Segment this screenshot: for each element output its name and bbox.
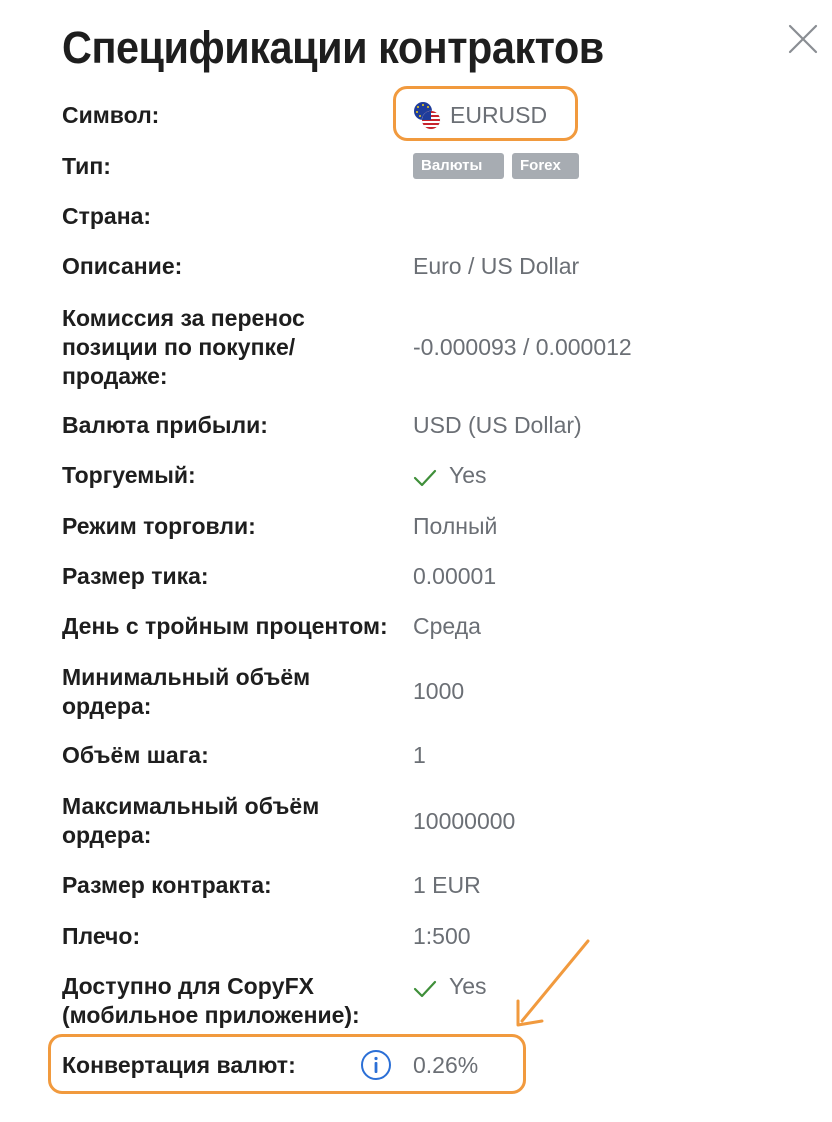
dialog-title: Спецификации контрактов	[62, 22, 604, 73]
contract-size-label: Размер контракта:	[62, 872, 272, 898]
swap-label-line-2: позиции по покупке/	[62, 334, 296, 360]
currency-conversion-label: Конвертация валют:	[62, 1052, 296, 1078]
swap-value: -0.000093 / 0.000012	[413, 334, 632, 360]
swap-label-line-1: Комиссия за перенос	[62, 305, 305, 331]
profit-currency-label: Валюта прибыли:	[62, 412, 268, 438]
leverage-value: 1:500	[413, 923, 471, 949]
check-icon	[413, 462, 441, 491]
tradable-value-wrap: Yes	[413, 461, 487, 491]
max-volume-value: 10000000	[413, 808, 516, 834]
info-icon[interactable]	[360, 1049, 392, 1081]
leverage-label: Плечо:	[62, 923, 141, 949]
min-volume-label-line-1: Минимальный объём	[62, 664, 311, 690]
triple-swap-day-value: Среда	[413, 613, 481, 639]
profit-currency-value: USD (US Dollar)	[413, 412, 582, 438]
country-label: Страна:	[62, 203, 152, 229]
close-icon[interactable]	[786, 22, 820, 56]
description-label: Описание:	[62, 253, 183, 279]
max-volume-label-line-1: Максимальный объём	[62, 793, 320, 819]
annotation-arrow-icon	[516, 939, 590, 1027]
contract-size-value: 1 EUR	[413, 872, 481, 898]
volume-step-label: Объём шага:	[62, 742, 209, 768]
tradable-label: Торгуемый:	[62, 462, 196, 488]
trade-mode-label: Режим торговли:	[62, 513, 256, 539]
symbol-label: Символ:	[62, 102, 160, 128]
symbol-value[interactable]: EURUSD	[450, 101, 547, 130]
tick-size-value: 0.00001	[413, 563, 497, 589]
copyfx-label-line-1: Доступно для CopyFX	[62, 973, 314, 999]
swap-label-line-3: продаже:	[62, 363, 168, 389]
tradable-value: Yes	[449, 462, 487, 488]
copyfx-value: Yes	[449, 973, 487, 999]
trade-mode-value: Полный	[413, 513, 498, 539]
copyfx-label-line-2: (мобильное приложение):	[62, 1002, 360, 1028]
currency-conversion-value: 0.26%	[413, 1052, 479, 1078]
badge-currencies: Валюты	[413, 153, 504, 179]
copyfx-value-wrap: Yes	[413, 972, 487, 1002]
triple-swap-day-label: День с тройным процентом:	[62, 613, 388, 639]
check-icon	[413, 973, 441, 1002]
max-volume-label-line-2: ордера:	[62, 822, 152, 848]
volume-step-value: 1	[413, 742, 426, 768]
min-volume-value: 1000	[413, 678, 465, 704]
badge-forex: Forex	[512, 153, 579, 179]
eur-usd-flag-icon	[413, 101, 443, 131]
description-value: Euro / US Dollar	[413, 253, 580, 279]
min-volume-label-line-2: ордера:	[62, 693, 152, 719]
type-label: Тип:	[62, 153, 111, 179]
tick-size-label: Размер тика:	[62, 563, 209, 589]
